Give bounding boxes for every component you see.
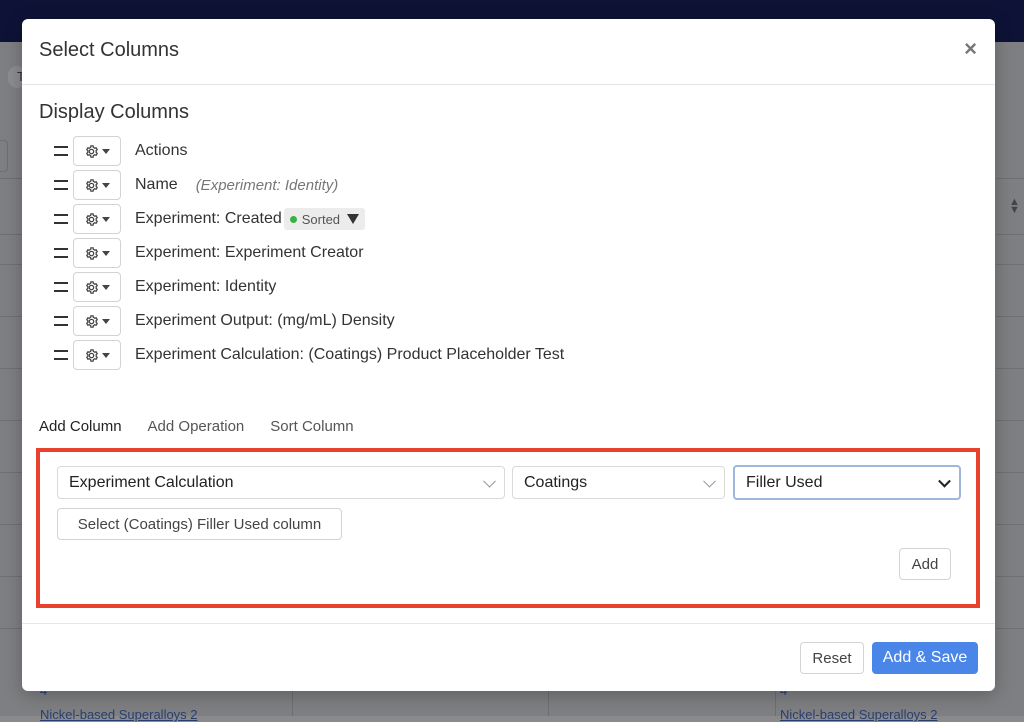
drag-handle-icon[interactable] (54, 214, 68, 224)
chevron-down-icon (102, 284, 110, 290)
background-divider (996, 628, 1024, 629)
sorted-badge[interactable]: Sorted (283, 208, 366, 230)
gear-icon (85, 178, 99, 192)
column-row: Name (Experiment: Identity) (54, 170, 338, 200)
column-row: Experiment: Experiment Creator (54, 238, 364, 268)
background-divider (0, 234, 24, 235)
background-divider (996, 524, 1024, 525)
background-divider (996, 576, 1024, 577)
background-divider (996, 234, 1024, 235)
background-divider (0, 628, 24, 629)
column-settings-button[interactable] (73, 306, 121, 336)
source-select-value: Experiment Calculation (69, 473, 234, 491)
column-row: Actions (54, 136, 187, 166)
gear-icon (85, 280, 99, 294)
add-and-save-button[interactable]: Add & Save (872, 642, 978, 674)
field-select[interactable]: Filler Used (733, 465, 961, 500)
chevron-down-icon (483, 474, 496, 488)
sort-arrows-icon: ▲ ▼ (1009, 196, 1020, 216)
drag-handle-icon[interactable] (54, 282, 68, 292)
gear-icon (85, 246, 99, 260)
background-divider (0, 472, 24, 473)
chevron-down-icon (102, 148, 110, 154)
select-column-button[interactable]: Select (Coatings) Filler Used column (57, 508, 342, 540)
gear-icon (85, 212, 99, 226)
column-label: Experiment Output: (mg/mL) Density (135, 312, 395, 329)
background-divider (996, 368, 1024, 369)
tab-sort-column[interactable]: Sort Column (270, 418, 353, 435)
source-select[interactable]: Experiment Calculation (57, 466, 505, 499)
background-link: Nickel-based Superalloys 2 (40, 707, 198, 722)
background-divider (0, 368, 24, 369)
chevron-down-icon (938, 474, 951, 488)
category-select[interactable]: Coatings (512, 466, 725, 499)
background-divider (0, 178, 24, 179)
column-label: Experiment Calculation: (Coatings) Produ… (135, 346, 565, 363)
category-select-value: Coatings (524, 473, 588, 491)
chevron-down-icon (703, 474, 716, 488)
chevron-down-icon (102, 352, 110, 358)
gear-icon (85, 348, 99, 362)
background-divider (0, 524, 24, 525)
status-dot-icon (289, 215, 297, 223)
modal-header: Select Columns × (22, 19, 995, 85)
drag-handle-icon[interactable] (54, 146, 68, 156)
background-cell-border (292, 690, 293, 716)
display-columns-heading: Display Columns (39, 101, 190, 123)
column-row: Experiment Output: (mg/mL) Density (54, 306, 395, 336)
column-label: Experiment: Identity (135, 278, 277, 295)
chevron-down-icon (102, 216, 110, 222)
background-divider (996, 264, 1024, 265)
modal-title: Select Columns (39, 39, 180, 61)
column-settings-button[interactable] (73, 238, 121, 268)
chevron-down-icon (102, 182, 110, 188)
column-settings-button[interactable] (73, 170, 121, 200)
background-divider (996, 472, 1024, 473)
column-settings-button[interactable] (73, 272, 121, 302)
field-select-value: Filler Used (746, 473, 823, 491)
column-row: Experiment: Created Sorted (54, 204, 366, 234)
chevron-down-icon (102, 318, 110, 324)
gear-icon (85, 314, 99, 328)
column-settings-button[interactable] (73, 340, 121, 370)
tab-add-column[interactable]: Add Column (39, 418, 122, 435)
background-divider (0, 576, 24, 577)
select-columns-modal: Select Columns × Display Columns Actions… (22, 19, 995, 691)
drag-handle-icon[interactable] (54, 316, 68, 326)
column-label: Experiment: Experiment Creator (135, 244, 364, 261)
column-label: Name (135, 176, 178, 193)
background-divider (0, 420, 24, 421)
chevron-down-icon (102, 250, 110, 256)
sort-descending-icon (347, 214, 360, 224)
tab-add-operation[interactable]: Add Operation (148, 418, 245, 435)
column-label: Actions (135, 142, 188, 159)
background-link: Nickel-based Superalloys 2 (780, 707, 938, 722)
drag-handle-icon[interactable] (54, 350, 68, 360)
background-divider (996, 178, 1024, 179)
column-settings-button[interactable] (73, 204, 121, 234)
add-button[interactable]: Add (899, 548, 951, 580)
background-divider (0, 316, 24, 317)
background-divider (0, 264, 24, 265)
background-divider (996, 420, 1024, 421)
close-icon[interactable]: × (964, 38, 977, 60)
column-settings-button[interactable] (73, 136, 121, 166)
background-cell-border (548, 690, 549, 716)
column-row: Experiment: Identity (54, 272, 276, 302)
drag-handle-icon[interactable] (54, 248, 68, 258)
column-action-tabs: Add Column Add Operation Sort Column (39, 418, 354, 435)
background-divider (996, 316, 1024, 317)
column-row: Experiment Calculation: (Coatings) Produ… (54, 340, 564, 370)
background-cell-border (775, 690, 776, 716)
gear-icon (85, 144, 99, 158)
background-input (0, 140, 8, 172)
sorted-badge-label: Sorted (301, 211, 341, 227)
footer-divider (22, 623, 995, 624)
reset-button[interactable]: Reset (800, 642, 864, 674)
column-label: Experiment: Created (135, 210, 282, 227)
drag-handle-icon[interactable] (54, 180, 68, 190)
column-source-hint: (Experiment: Identity) (195, 176, 339, 194)
